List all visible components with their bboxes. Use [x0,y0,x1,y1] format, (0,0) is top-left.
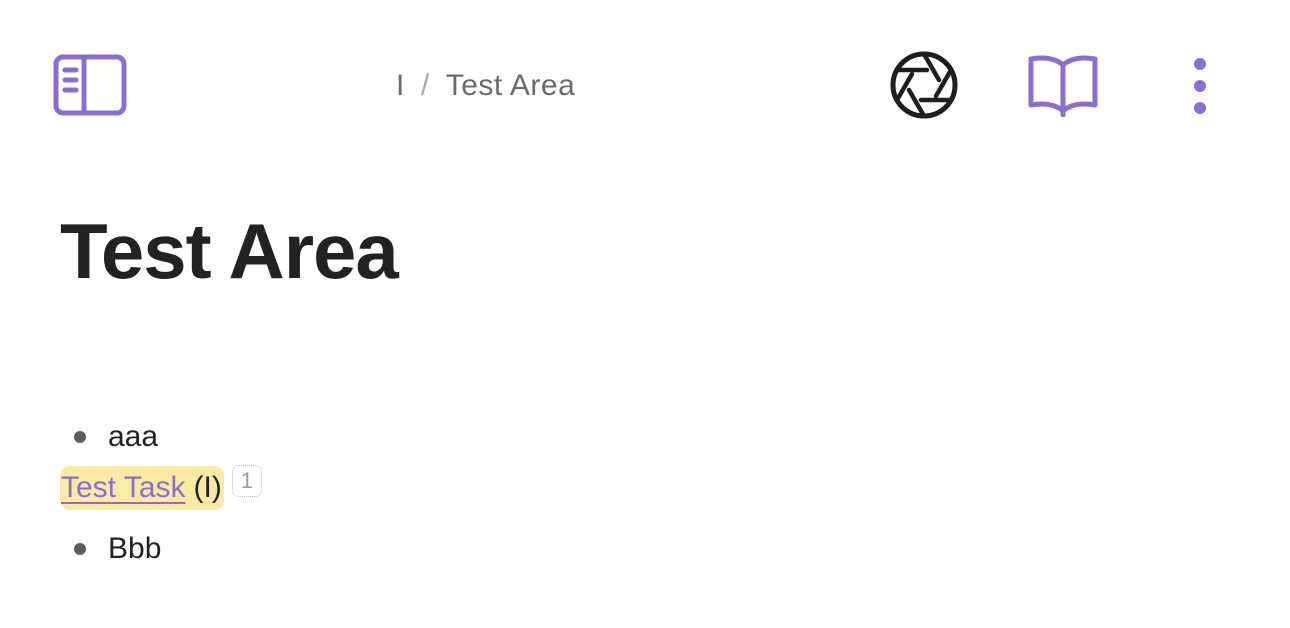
sidebar-toggle-button[interactable] [50,52,130,118]
breadcrumb-separator: / [420,69,430,102]
camera-aperture-icon [890,51,958,119]
task-line: Test Task (I) 1 [60,462,1160,514]
list-item-text: aaa [108,420,159,453]
reading-view-button[interactable] [1024,50,1102,120]
reference-count-badge[interactable]: 1 [231,465,262,497]
task-highlight: Test Task (I) [60,466,224,510]
sidebar-toggle-icon [53,54,127,116]
camera-button[interactable] [886,48,962,122]
task-owner: (I) [193,471,222,504]
list-item-text: Bbb [108,532,162,565]
list-item[interactable]: aaa [60,412,1160,462]
bullet-icon [74,543,86,555]
breadcrumb-parent[interactable]: I [396,69,405,103]
bullet-icon [74,431,86,443]
book-open-icon [1028,55,1098,117]
more-options-button[interactable] [1178,52,1222,118]
task-link[interactable]: Test Task [61,471,186,505]
breadcrumb-current[interactable]: Test Area [446,69,576,103]
page-title: Test Area [60,207,399,295]
list-item[interactable]: Bbb [60,524,1160,574]
note-content[interactable]: aaa Test Task (I) 1 Bbb [60,412,1160,574]
app-window: I / Test Area Test Area aaa Test Task (I… [0,0,1290,628]
top-bar: I / Test Area [0,0,1290,170]
breadcrumb: I / Test Area [396,66,575,106]
more-vertical-icon [1194,58,1206,114]
